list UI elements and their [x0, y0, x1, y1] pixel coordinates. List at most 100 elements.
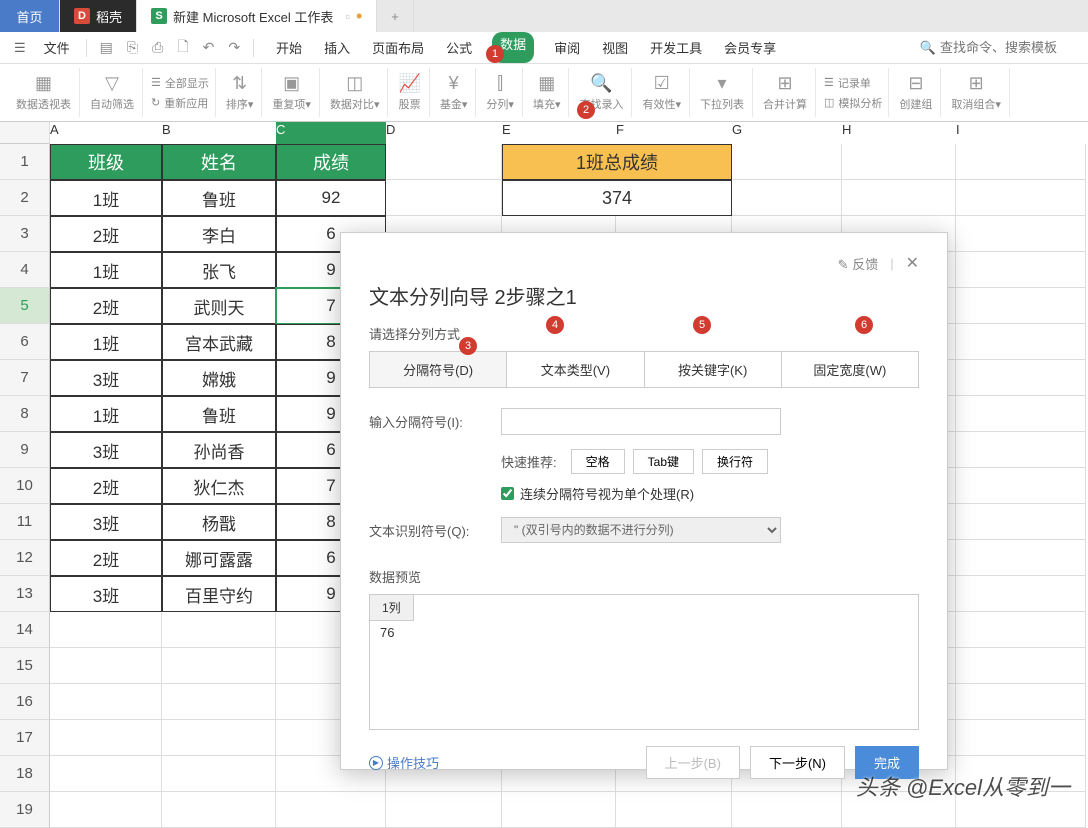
col-I[interactable]: I: [956, 122, 1086, 144]
close-icon[interactable]: ✕: [906, 253, 919, 273]
cell[interactable]: 2班: [50, 468, 162, 504]
cell[interactable]: [162, 684, 276, 720]
cell[interactable]: 2班: [50, 540, 162, 576]
row-header-19[interactable]: 19: [0, 792, 50, 828]
tab-texttype[interactable]: 文本类型(V): [507, 352, 644, 387]
col-D[interactable]: D: [386, 122, 502, 144]
ribbon-fund[interactable]: ¥基金▾: [432, 68, 477, 117]
cell[interactable]: [162, 612, 276, 648]
row-header-17[interactable]: 17: [0, 720, 50, 756]
row-header-7[interactable]: 7: [0, 360, 50, 396]
cell[interactable]: [956, 144, 1086, 180]
delimiter-input[interactable]: [501, 408, 781, 435]
col-H[interactable]: H: [842, 122, 956, 144]
search-box[interactable]: 🔍: [920, 40, 1080, 56]
cell[interactable]: 1班: [50, 324, 162, 360]
cell[interactable]: 狄仁杰: [162, 468, 276, 504]
menu-review[interactable]: 审阅: [552, 32, 582, 63]
cell[interactable]: [956, 504, 1086, 540]
ribbon-record[interactable]: ☰ 记录单: [824, 75, 882, 91]
tab-home[interactable]: 首页: [0, 0, 60, 32]
col-C[interactable]: C: [276, 122, 386, 144]
row-header-6[interactable]: 6: [0, 324, 50, 360]
row-header-18[interactable]: 18: [0, 756, 50, 792]
text-qualifier-select[interactable]: " (双引号内的数据不进行分列): [501, 517, 781, 543]
cell[interactable]: [162, 720, 276, 756]
menu-view[interactable]: 视图: [600, 32, 630, 63]
cell[interactable]: [386, 144, 502, 180]
cell[interactable]: [50, 756, 162, 792]
tab-add[interactable]: +: [377, 0, 414, 32]
cell[interactable]: 1班: [50, 396, 162, 432]
cell[interactable]: 嫦娥: [162, 360, 276, 396]
tab-keyword[interactable]: 按关键字(K): [645, 352, 782, 387]
cell[interactable]: [162, 648, 276, 684]
tab-dup-icon[interactable]: ▫: [345, 9, 350, 24]
cell[interactable]: 鲁班: [162, 396, 276, 432]
row-header-16[interactable]: 16: [0, 684, 50, 720]
select-all-corner[interactable]: [0, 122, 50, 144]
menu-insert[interactable]: 插入: [322, 32, 352, 63]
cell[interactable]: [842, 180, 956, 216]
search-input[interactable]: [940, 40, 1080, 55]
redo-icon[interactable]: ↷: [223, 39, 245, 56]
print-icon[interactable]: ⎙: [147, 39, 168, 56]
ribbon-valid[interactable]: ☑有效性▾: [634, 68, 690, 117]
cell[interactable]: [162, 792, 276, 828]
cell[interactable]: [956, 468, 1086, 504]
col-F[interactable]: F: [616, 122, 732, 144]
next-button[interactable]: 下一步(N): [750, 746, 845, 779]
ribbon-reapply[interactable]: ↻ 重新应用: [151, 95, 209, 111]
cell[interactable]: [956, 216, 1086, 252]
cell[interactable]: [956, 360, 1086, 396]
cell[interactable]: [956, 540, 1086, 576]
col-G[interactable]: G: [732, 122, 842, 144]
ribbon-pivot[interactable]: ▦数据透视表: [8, 68, 80, 117]
cell[interactable]: [50, 648, 162, 684]
cell[interactable]: [50, 684, 162, 720]
row-header-5[interactable]: 5: [0, 288, 50, 324]
tab-doke[interactable]: D 稻壳: [60, 0, 137, 32]
cell[interactable]: [956, 180, 1086, 216]
cell[interactable]: 1班: [50, 252, 162, 288]
tab-active-document[interactable]: S 新建 Microsoft Excel 工作表 ▫ •: [137, 0, 377, 32]
cell[interactable]: [842, 144, 956, 180]
cell[interactable]: 班级: [50, 144, 162, 180]
cell[interactable]: 374: [502, 180, 732, 216]
cell[interactable]: 宫本武藏: [162, 324, 276, 360]
cell[interactable]: [50, 612, 162, 648]
row-header-4[interactable]: 4: [0, 252, 50, 288]
save-icon[interactable]: ▤: [95, 39, 118, 56]
preview-icon[interactable]: 🗋: [172, 36, 193, 60]
row-header-1[interactable]: 1: [0, 144, 50, 180]
copy-icon[interactable]: ⎘: [122, 39, 143, 56]
row-header-13[interactable]: 13: [0, 576, 50, 612]
cell[interactable]: [276, 792, 386, 828]
ribbon-fill[interactable]: ▦填充▾: [525, 68, 570, 117]
row-header-14[interactable]: 14: [0, 612, 50, 648]
menu-member[interactable]: 会员专享: [722, 32, 778, 63]
cell[interactable]: [956, 432, 1086, 468]
cell[interactable]: [956, 252, 1086, 288]
ribbon-sim[interactable]: ◫ 模拟分析: [824, 95, 882, 111]
cell[interactable]: 成绩: [276, 144, 386, 180]
menu-dev[interactable]: 开发工具: [648, 32, 704, 63]
file-menu[interactable]: 文件: [36, 38, 78, 57]
ribbon-dropdown[interactable]: ▾下拉列表: [692, 68, 753, 117]
cell[interactable]: [956, 576, 1086, 612]
cell[interactable]: 百里守约: [162, 576, 276, 612]
row-header-2[interactable]: 2: [0, 180, 50, 216]
col-E[interactable]: E: [502, 122, 616, 144]
tips-link[interactable]: ▶操作技巧: [369, 753, 439, 772]
cell[interactable]: [732, 792, 842, 828]
cell[interactable]: 孙尚香: [162, 432, 276, 468]
quick-space-button[interactable]: 空格: [571, 449, 625, 474]
ribbon-ungroup[interactable]: ⊞取消组合▾: [943, 68, 1010, 117]
ribbon-filter[interactable]: ▽自动筛选: [82, 68, 143, 117]
feedback-link[interactable]: ✎ 反馈: [838, 254, 879, 273]
cell[interactable]: [956, 324, 1086, 360]
cell[interactable]: 1班: [50, 180, 162, 216]
cell[interactable]: 2班: [50, 288, 162, 324]
cell[interactable]: [386, 180, 502, 216]
cell[interactable]: [386, 792, 502, 828]
